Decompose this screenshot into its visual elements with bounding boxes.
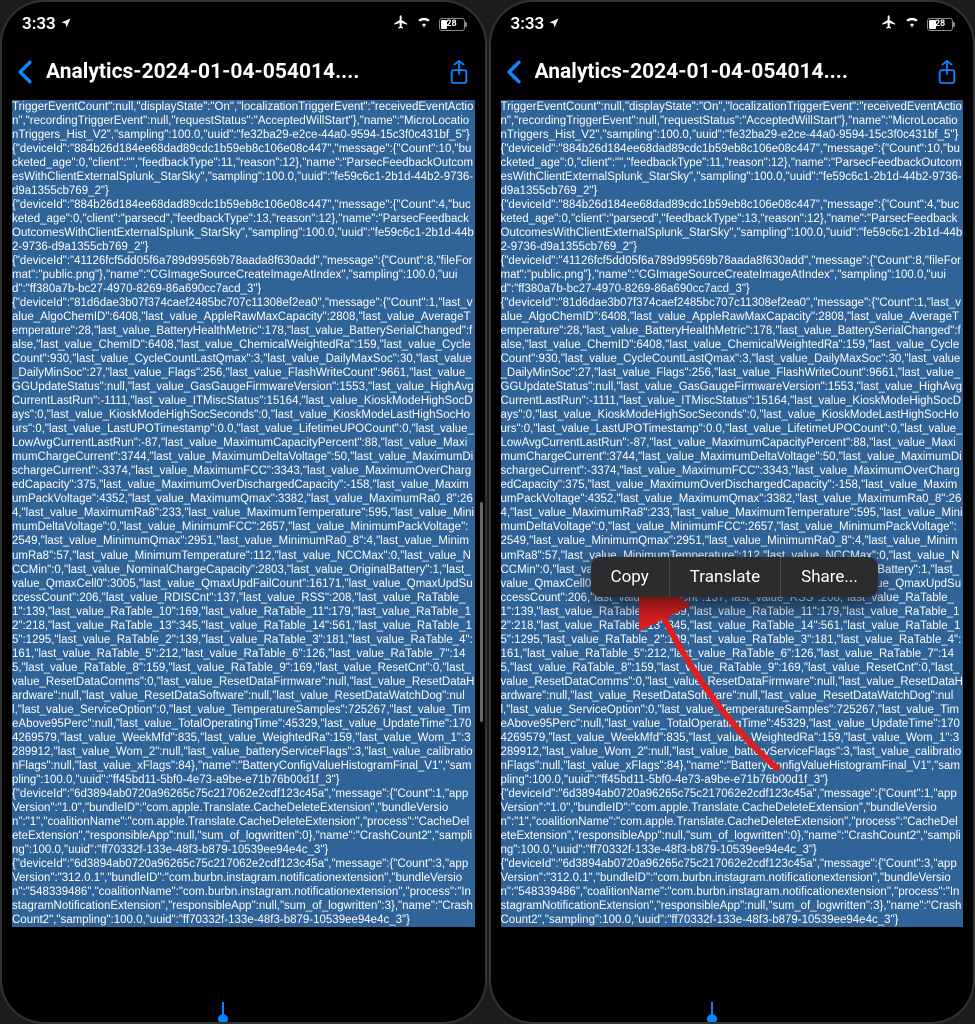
- screenshot-left: 3:33 28 Analytics-2024-01-04-054014....: [0, 0, 487, 1024]
- nav-bar: Analytics-2024-01-04-054014....: [2, 46, 485, 98]
- battery-icon: 28: [927, 18, 953, 31]
- context-menu: Copy Translate Share...: [591, 557, 878, 597]
- status-time: 3:33: [511, 14, 545, 34]
- status-time: 3:33: [22, 14, 56, 34]
- location-icon: [548, 14, 560, 34]
- screenshot-right: 3:33 28 Analytics-2024-01-04-054014....: [489, 0, 975, 1024]
- airplane-icon: [881, 14, 897, 35]
- selection-handle[interactable]: [222, 1002, 224, 1016]
- selection-handle[interactable]: [711, 1002, 713, 1016]
- back-button[interactable]: [499, 57, 529, 87]
- context-share[interactable]: Share...: [781, 557, 878, 597]
- scrollbar[interactable]: [480, 502, 483, 722]
- airplane-icon: [393, 14, 409, 35]
- context-translate[interactable]: Translate: [670, 557, 780, 597]
- log-content[interactable]: TriggerEventCount":null,"displayState":"…: [2, 98, 485, 1018]
- wifi-icon: [415, 14, 433, 34]
- battery-icon: 28: [439, 18, 465, 31]
- nav-bar: Analytics-2024-01-04-054014....: [491, 46, 974, 98]
- page-title: Analytics-2024-01-04-054014....: [46, 60, 435, 84]
- context-copy[interactable]: Copy: [591, 557, 669, 597]
- status-bar: 3:33 28: [491, 2, 974, 46]
- back-button[interactable]: [10, 57, 40, 87]
- log-text[interactable]: TriggerEventCount":null,"displayState":"…: [501, 100, 964, 927]
- share-button[interactable]: [929, 54, 965, 90]
- location-icon: [60, 14, 72, 34]
- log-text[interactable]: TriggerEventCount":null,"displayState":"…: [12, 100, 475, 927]
- share-button[interactable]: [441, 54, 477, 90]
- page-title: Analytics-2024-01-04-054014....: [535, 60, 924, 84]
- status-bar: 3:33 28: [2, 2, 485, 46]
- annotation-arrow: [639, 590, 799, 780]
- wifi-icon: [903, 14, 921, 34]
